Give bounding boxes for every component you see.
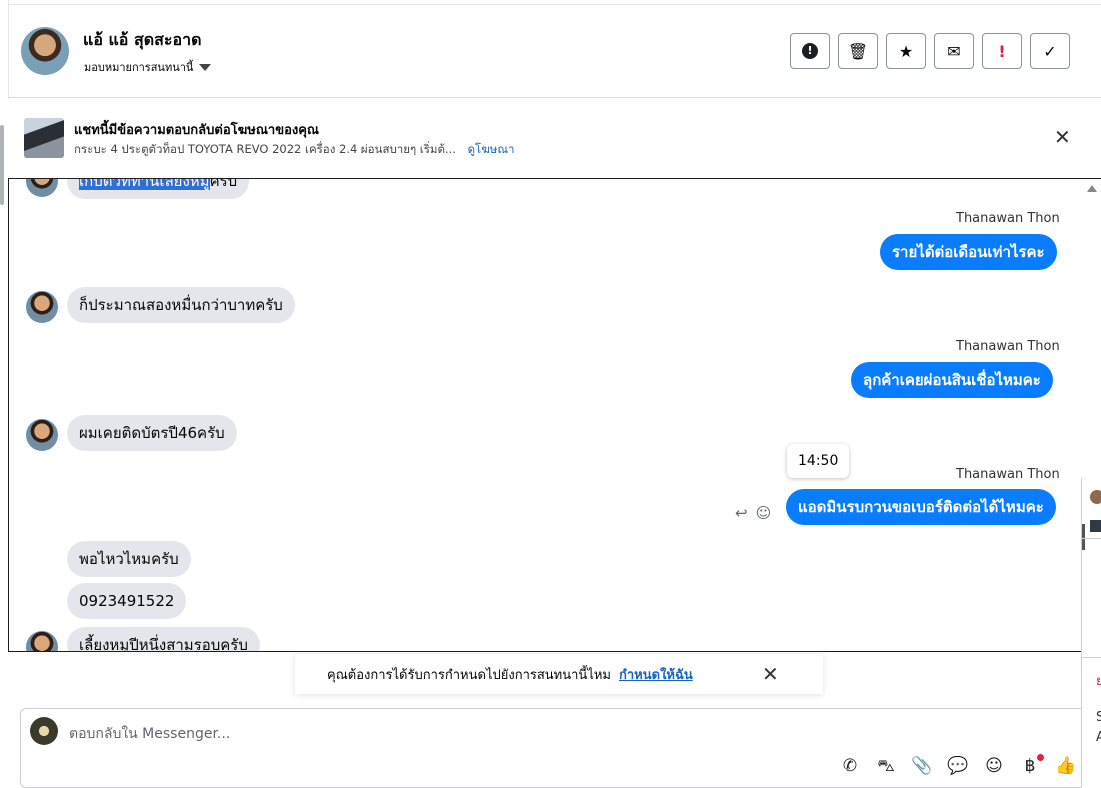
contact-message-avatar — [26, 291, 58, 323]
exclamation-icon: ! — [998, 41, 1006, 61]
sender-name: Thanawan Thon — [956, 211, 1060, 226]
assign-to-me-link[interactable]: กำหนดให้ฉัน — [619, 664, 693, 685]
emoji-icon[interactable]: ☺ — [983, 756, 1005, 778]
assign-prompt-text: คุณต้องการได้รับการกำหนดไปยังการสนทนานี้… — [327, 667, 611, 683]
spam-button[interactable]: ! — [790, 33, 830, 69]
incoming-message[interactable]: พอไหวไหมครับ — [67, 541, 191, 577]
close-icon[interactable]: ✕ — [762, 662, 779, 686]
incoming-message[interactable]: เลี้ยงหมูปีหนึ่งสามรอบครับ — [67, 627, 260, 651]
checkmark-icon: ✓ — [1043, 41, 1057, 61]
scroll-up-arrow-icon[interactable] — [1087, 185, 1097, 192]
assign-prompt-toast: คุณต้องการได้รับการกำหนดไปยังการสนทนานี้… — [295, 654, 823, 694]
ad-banner-subtitle: กระบะ 4 ประตูตัวท็อป TOYOTA REVO 2022 เค… — [74, 141, 514, 159]
attachment-icon[interactable]: 📎 — [911, 756, 933, 778]
sender-name: Thanawan Thon — [956, 467, 1060, 482]
envelope-icon: ✉ — [947, 41, 961, 61]
outgoing-message[interactable]: รายได้ต่อเดือนเท่าไรคะ — [880, 234, 1057, 270]
conversation-header: แอ้ แอ้ สุดสะอาด มอบหมายการสนทนานี้ ! 🗑 … — [8, 0, 1101, 98]
reply-icon[interactable]: ↩ — [735, 504, 748, 522]
star-icon: ★ — [898, 41, 914, 61]
ad-reply-banner: แชทนี้มีข้อความตอบกลับต่อโฆษณาของคุณ กระ… — [8, 99, 1101, 177]
contact-avatar[interactable] — [21, 27, 69, 75]
follow-up-button[interactable]: ! — [982, 33, 1022, 69]
outgoing-message[interactable]: ลุกค้าเคยผ่อนสินเชื่อไหมคะ — [851, 362, 1053, 398]
assign-label: มอบหมายการสนทนานี้ — [84, 61, 194, 74]
right-side-panel: ย S A — [1081, 478, 1101, 788]
incoming-message[interactable]: เก็บตัวที่ท่านเลี้ยงหมูครับ — [67, 178, 250, 199]
incoming-message[interactable]: ก็ประมาณสองหมื่นกว่าบาทครับ — [67, 287, 295, 323]
close-icon[interactable]: ✕ — [1054, 125, 1071, 149]
shopping-bag-icon[interactable]: ⛍ — [875, 756, 897, 778]
contact-message-avatar — [26, 419, 58, 451]
message-thread[interactable]: เก็บตัวที่ท่านเลี้ยงหมูครับ Thanawan Tho… — [8, 178, 1101, 652]
call-icon[interactable]: ✆ — [839, 756, 861, 778]
alert-circle-icon: ! — [802, 43, 818, 59]
header-actions: ! 🗑 ★ ✉ ! ✓ — [790, 33, 1070, 69]
mark-done-button[interactable]: ✓ — [1030, 33, 1070, 69]
left-panel-edge — [0, 125, 4, 205]
trash-icon: 🗑 — [847, 41, 869, 61]
mark-unread-button[interactable]: ✉ — [934, 33, 974, 69]
chevron-down-icon — [199, 63, 212, 71]
ad-thumbnail — [24, 118, 64, 158]
thumbs-up-icon[interactable]: 👍 — [1055, 756, 1077, 778]
incoming-message[interactable]: 0923491522 — [67, 583, 187, 619]
reply-composer[interactable]: ตอบกลับใน Messenger... ✆ ⛍ 📎 💬 ☺ ฿ 👍 — [20, 708, 1101, 788]
notification-dot — [1037, 754, 1044, 761]
highlighted-text: เก็บตัวที่ท่านเลี้ยงหมู — [79, 179, 210, 190]
inbox-conversation: แอ้ แอ้ สุดสะอาด มอบหมายการสนทนานี้ ! 🗑 … — [0, 0, 1101, 788]
panel-card — [1082, 538, 1101, 658]
saved-reply-icon[interactable]: 💬 — [947, 756, 969, 778]
star-button[interactable]: ★ — [886, 33, 926, 69]
sender-name: Thanawan Thon — [956, 339, 1060, 354]
ad-banner-title: แชทนี้มีข้อความตอบกลับต่อโฆษณาของคุณ — [74, 123, 319, 138]
assign-conversation-dropdown[interactable]: มอบหมายการสนทนานี้ — [84, 58, 212, 76]
page-avatar — [30, 717, 58, 745]
timestamp-tooltip: 14:50 — [787, 444, 850, 478]
view-ad-link[interactable]: ดูโฆษณา — [468, 142, 515, 156]
contact-name[interactable]: แอ้ แอ้ สุดสะอาด — [83, 28, 201, 53]
delete-button[interactable]: 🗑 — [838, 33, 878, 69]
contact-message-avatar — [26, 631, 58, 651]
reply-input[interactable]: ตอบกลับใน Messenger... — [69, 723, 230, 745]
panel-text: S — [1096, 710, 1101, 725]
panel-text: ย — [1096, 674, 1101, 689]
message-actions: ↩ ☺ — [735, 504, 771, 522]
panel-thumbnail[interactable] — [1090, 520, 1101, 532]
outgoing-message[interactable]: แอดมินรบกวนขอเบอร์ติดต่อได้ไหมคะ — [786, 489, 1056, 525]
contact-message-avatar — [26, 179, 58, 197]
emoji-react-icon[interactable]: ☺ — [756, 504, 772, 522]
incoming-message[interactable]: ผมเคยติดบัตรปี46ครับ — [67, 415, 237, 451]
panel-text: A — [1096, 730, 1101, 745]
panel-avatar[interactable] — [1090, 490, 1101, 504]
ad-description: กระบะ 4 ประตูตัวท็อป TOYOTA REVO 2022 เค… — [74, 142, 456, 156]
message-text: ครับ — [209, 178, 238, 190]
